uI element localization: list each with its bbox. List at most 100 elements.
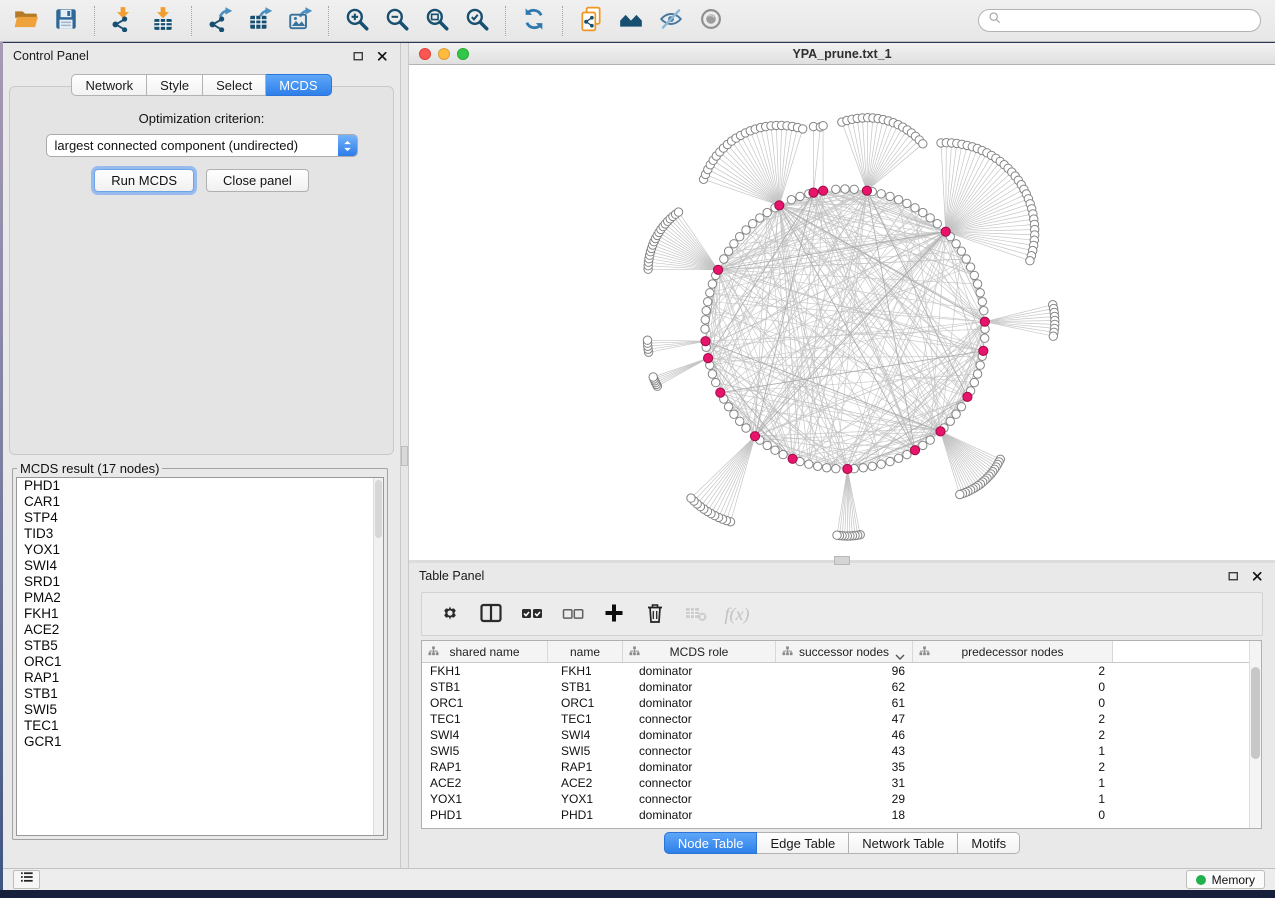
run-mcds-button[interactable]: Run MCDS bbox=[94, 169, 194, 192]
criterion-dropdown[interactable]: largest connected component (undirected) bbox=[46, 134, 358, 157]
mcds-result-item[interactable]: STB5 bbox=[17, 638, 383, 654]
panel-menu-button[interactable] bbox=[13, 870, 40, 889]
table-row[interactable]: ACE2ACE2connector311 bbox=[422, 775, 1249, 791]
toolbar-separator bbox=[505, 6, 506, 36]
tab-mcds[interactable]: MCDS bbox=[266, 74, 331, 96]
mcds-result-item[interactable]: RAP1 bbox=[17, 670, 383, 686]
hide-graphics-details-button[interactable] bbox=[655, 5, 687, 37]
mcds-result-item[interactable]: GCR1 bbox=[17, 734, 383, 750]
memory-status-icon bbox=[1196, 875, 1206, 885]
eye-button[interactable] bbox=[695, 5, 727, 37]
mcds-result-item[interactable]: TID3 bbox=[17, 526, 383, 542]
table-row[interactable]: ORC1ORC1dominator610 bbox=[422, 695, 1249, 711]
table-row[interactable]: SWI5SWI5connector431 bbox=[422, 743, 1249, 759]
mcds-result-item[interactable]: YOX1 bbox=[17, 542, 383, 558]
table-scrollbar-thumb[interactable] bbox=[1251, 667, 1260, 759]
table-row[interactable]: FKH1FKH1dominator962 bbox=[422, 663, 1249, 679]
import-table-button[interactable] bbox=[147, 5, 179, 37]
network-window-titlebar[interactable]: YPA_prune.txt_1 bbox=[409, 43, 1275, 65]
table-row[interactable]: STB1STB1dominator620 bbox=[422, 679, 1249, 695]
tab-node-table[interactable]: Node Table bbox=[664, 832, 758, 854]
deselect-all-rows-icon bbox=[561, 601, 585, 628]
toolbar-separator bbox=[328, 6, 329, 36]
export-network-button[interactable] bbox=[204, 5, 236, 37]
shared-column-icon bbox=[919, 646, 930, 660]
tab-motifs[interactable]: Motifs bbox=[958, 832, 1020, 854]
mcds-result-item[interactable]: ACE2 bbox=[17, 622, 383, 638]
tab-network[interactable]: Network bbox=[71, 74, 147, 96]
float-window-icon[interactable] bbox=[350, 48, 366, 64]
maximize-window-icon[interactable] bbox=[457, 48, 469, 60]
close-panel-icon[interactable] bbox=[374, 48, 390, 64]
search-box[interactable] bbox=[978, 9, 1261, 32]
network-canvas[interactable] bbox=[409, 65, 1275, 560]
horizontal-splitter[interactable] bbox=[409, 560, 1275, 563]
show-columns-button[interactable] bbox=[478, 601, 504, 627]
table-row[interactable]: SWI4SWI4dominator462 bbox=[422, 727, 1249, 743]
table-cell: 61 bbox=[776, 696, 913, 710]
delete-columns-button[interactable] bbox=[642, 601, 668, 627]
memory-button[interactable]: Memory bbox=[1186, 870, 1265, 889]
tab-network-table[interactable]: Network Table bbox=[849, 832, 958, 854]
control-panel-tabs: NetworkStyleSelectMCDS bbox=[3, 74, 400, 96]
network-graph[interactable] bbox=[409, 65, 1275, 560]
mcds-result-item[interactable]: CAR1 bbox=[17, 494, 383, 510]
mcds-result-item[interactable]: PMA2 bbox=[17, 590, 383, 606]
mcds-result-item[interactable]: SWI4 bbox=[17, 558, 383, 574]
column-header-shared-name[interactable]: shared name bbox=[422, 641, 548, 662]
column-label: predecessor nodes bbox=[961, 645, 1063, 659]
table-row[interactable]: RAP1RAP1dominator352 bbox=[422, 759, 1249, 775]
binoculars-button[interactable] bbox=[615, 5, 647, 37]
table-scrollbar[interactable] bbox=[1249, 641, 1261, 828]
table-row[interactable]: YOX1YOX1connector291 bbox=[422, 791, 1249, 807]
mcds-result-item[interactable]: STP4 bbox=[17, 510, 383, 526]
select-all-rows-icon bbox=[520, 601, 544, 628]
add-column-button[interactable] bbox=[601, 601, 627, 627]
column-header-predecessor-nodes[interactable]: predecessor nodes bbox=[913, 641, 1113, 662]
select-all-rows-button[interactable] bbox=[519, 601, 545, 627]
toolbar-separator bbox=[94, 6, 95, 36]
vertical-splitter[interactable] bbox=[400, 43, 409, 868]
window-controls bbox=[419, 48, 469, 60]
zoom-selected-button[interactable] bbox=[461, 5, 493, 37]
table-row[interactable]: PHD1PHD1dominator180 bbox=[422, 807, 1249, 823]
minimize-window-icon[interactable] bbox=[438, 48, 450, 60]
tab-edge-table[interactable]: Edge Table bbox=[757, 832, 849, 854]
horizontal-splitter-handle[interactable] bbox=[834, 556, 850, 565]
save-session-button[interactable] bbox=[50, 5, 82, 37]
tab-style[interactable]: Style bbox=[147, 74, 203, 96]
search-input[interactable] bbox=[1007, 12, 1260, 30]
vertical-splitter-handle[interactable] bbox=[401, 446, 408, 466]
import-network-button[interactable] bbox=[107, 5, 139, 37]
float-window-icon[interactable] bbox=[1225, 568, 1241, 584]
zoom-in-button[interactable] bbox=[341, 5, 373, 37]
export-table-button[interactable] bbox=[244, 5, 276, 37]
mcds-result-item[interactable]: FKH1 bbox=[17, 606, 383, 622]
close-window-icon[interactable] bbox=[419, 48, 431, 60]
deselect-all-rows-button[interactable] bbox=[560, 601, 586, 627]
refresh-layout-button[interactable] bbox=[518, 5, 550, 37]
network-view-window: YPA_prune.txt_1 bbox=[409, 43, 1275, 560]
table-settings-button[interactable] bbox=[437, 601, 463, 627]
column-header-name[interactable]: name bbox=[548, 641, 623, 662]
table-row[interactable]: TEC1TEC1connector472 bbox=[422, 711, 1249, 727]
mcds-result-item[interactable]: PHD1 bbox=[17, 478, 383, 494]
open-folder-button[interactable] bbox=[10, 5, 42, 37]
search-icon bbox=[987, 10, 1003, 31]
export-image-button[interactable] bbox=[284, 5, 316, 37]
close-panel-icon[interactable] bbox=[1249, 568, 1265, 584]
mcds-result-item[interactable]: TEC1 bbox=[17, 718, 383, 734]
column-header-mcds-role[interactable]: MCDS role bbox=[623, 641, 776, 662]
zoom-fit-button[interactable] bbox=[421, 5, 453, 37]
column-header-successor-nodes[interactable]: successor nodes bbox=[776, 641, 913, 662]
close-panel-button[interactable]: Close panel bbox=[206, 169, 309, 192]
mcds-list-scrollbar[interactable] bbox=[373, 478, 383, 835]
tab-select[interactable]: Select bbox=[203, 74, 266, 96]
mcds-result-item[interactable]: ORC1 bbox=[17, 654, 383, 670]
network-share-button[interactable] bbox=[575, 5, 607, 37]
zoom-out-button[interactable] bbox=[381, 5, 413, 37]
table-cell: RAP1 bbox=[422, 760, 548, 774]
mcds-result-item[interactable]: SRD1 bbox=[17, 574, 383, 590]
mcds-result-item[interactable]: SWI5 bbox=[17, 702, 383, 718]
mcds-result-item[interactable]: STB1 bbox=[17, 686, 383, 702]
